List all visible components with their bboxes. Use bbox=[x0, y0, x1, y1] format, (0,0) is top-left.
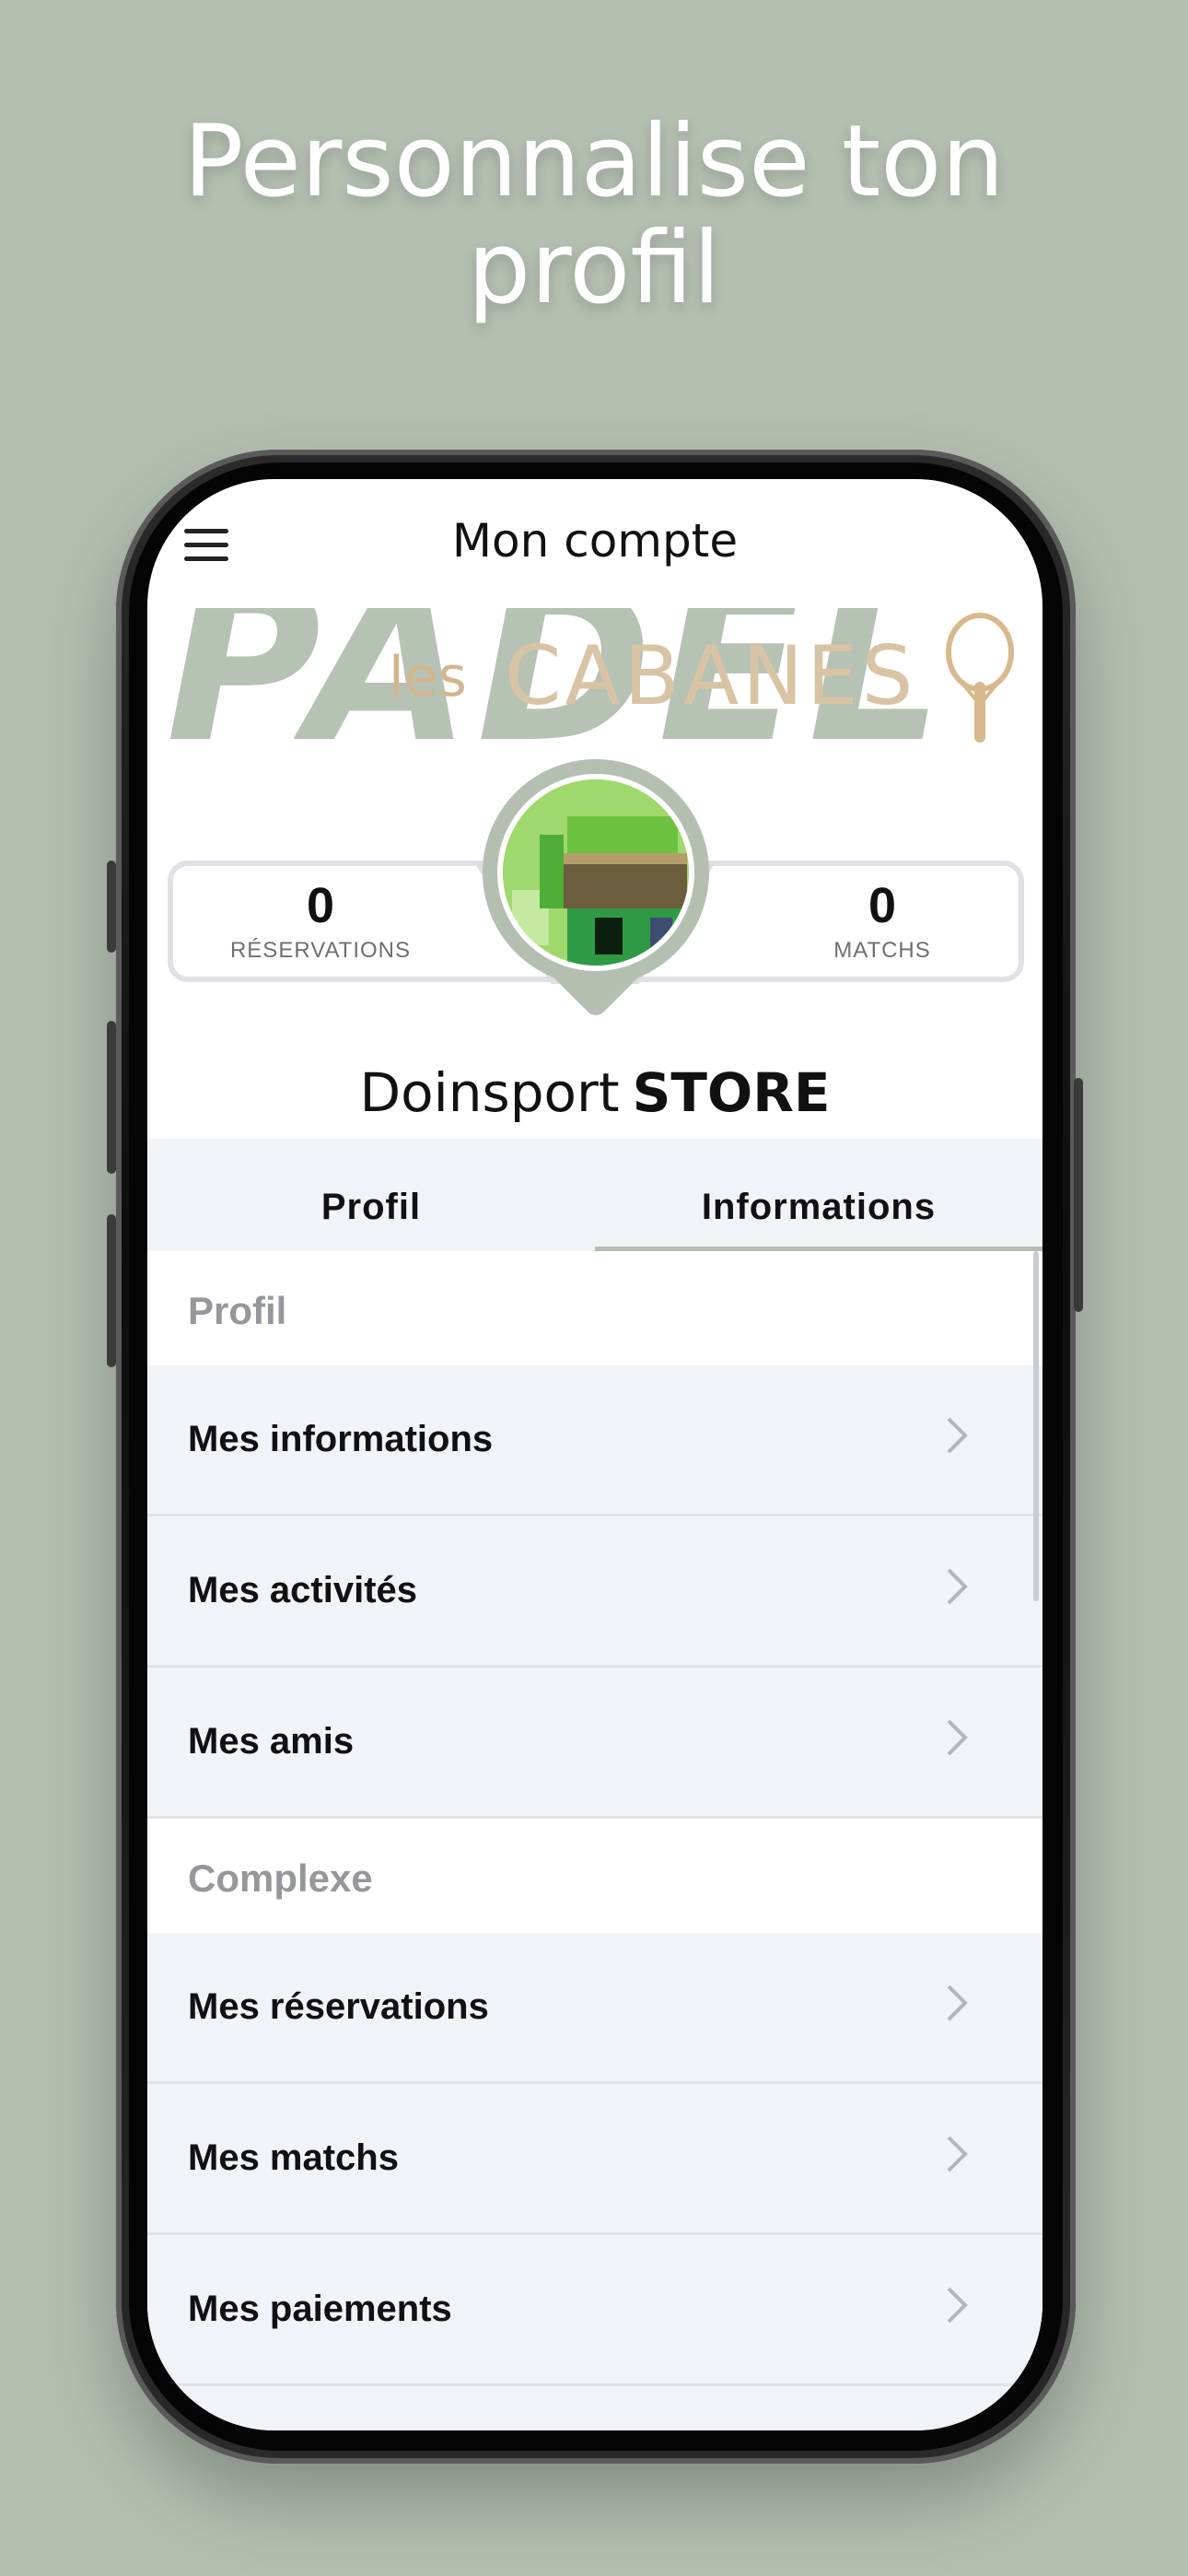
list-item-label: Mes matchs bbox=[188, 2137, 399, 2178]
list-item-mes-activites[interactable]: Mes activités bbox=[147, 1516, 1042, 1668]
list-item-mes-reservations[interactable]: Mes réservations bbox=[147, 1933, 1042, 2084]
chevron-right-icon bbox=[947, 2136, 968, 2172]
list-item-mes-informations[interactable]: Mes informations bbox=[147, 1365, 1042, 1516]
tab-bar: Profil Informations bbox=[147, 1139, 1042, 1251]
app-screen: Mon compte PADEL les CABANES 0 RÉSERVATI… bbox=[147, 479, 1042, 2430]
avatar-pin[interactable] bbox=[483, 759, 709, 1045]
stat-matchs[interactable]: 0 MATCHS bbox=[744, 877, 1020, 964]
user-last-name: STORE bbox=[632, 1061, 831, 1124]
headline-line-2: profil bbox=[467, 211, 721, 326]
avatar bbox=[497, 774, 694, 971]
section-header-profil: Profil bbox=[147, 1251, 1042, 1365]
tab-informations[interactable]: Informations bbox=[595, 1139, 1042, 1251]
volume-up-button bbox=[107, 861, 116, 953]
stat-reservations[interactable]: 0 RÉSERVATIONS bbox=[182, 877, 459, 964]
racket-icon bbox=[946, 613, 1014, 743]
list-item-label: Mes paiements bbox=[188, 2289, 452, 2329]
top-bar: Mon compte bbox=[147, 479, 1042, 608]
tab-profil[interactable]: Profil bbox=[147, 1139, 595, 1251]
list-item-mes-amis[interactable]: Mes amis bbox=[147, 1668, 1042, 1819]
stat-matchs-label: MATCHS bbox=[833, 938, 931, 963]
page-title: Mon compte bbox=[451, 514, 739, 568]
chevron-right-icon bbox=[947, 2287, 968, 2324]
scrollbar[interactable] bbox=[1033, 1251, 1039, 1601]
stat-reservations-value: 0 bbox=[306, 878, 335, 933]
stat-matchs-value: 0 bbox=[868, 878, 897, 933]
user-first-name: Doinsport bbox=[359, 1061, 620, 1124]
user-name: Doinsport STORE bbox=[147, 1061, 1042, 1124]
section-header-complexe: Complexe bbox=[147, 1819, 1042, 1933]
banner-club-name: CABANES bbox=[505, 628, 917, 723]
volume-down-button bbox=[107, 1021, 116, 1174]
banner-prefix: les bbox=[389, 645, 467, 709]
headline: Personnalise ton profil bbox=[0, 109, 1188, 322]
list-item-mes-paiements[interactable]: Mes paiements bbox=[147, 2235, 1042, 2386]
chevron-right-icon bbox=[947, 1985, 968, 2021]
power-button bbox=[1074, 1078, 1083, 1312]
mute-switch bbox=[107, 1214, 116, 1367]
chevron-right-icon bbox=[947, 1719, 968, 1756]
list-item-label: Mes informations bbox=[188, 1419, 494, 1459]
list-item-label: Mes réservations bbox=[188, 1986, 489, 2027]
chevron-right-icon bbox=[947, 1568, 968, 1605]
list-item-label: Mes activités bbox=[188, 1570, 418, 1610]
list-item-partial bbox=[147, 2386, 1042, 2430]
list-item-label: Mes amis bbox=[188, 1721, 355, 1762]
chevron-right-icon bbox=[947, 1417, 968, 1454]
list-item-mes-matchs[interactable]: Mes matchs bbox=[147, 2084, 1042, 2235]
headline-line-1: Personnalise ton bbox=[183, 104, 1005, 219]
stat-reservations-label: RÉSERVATIONS bbox=[229, 938, 412, 963]
club-banner: PADEL les CABANES bbox=[147, 608, 1042, 755]
